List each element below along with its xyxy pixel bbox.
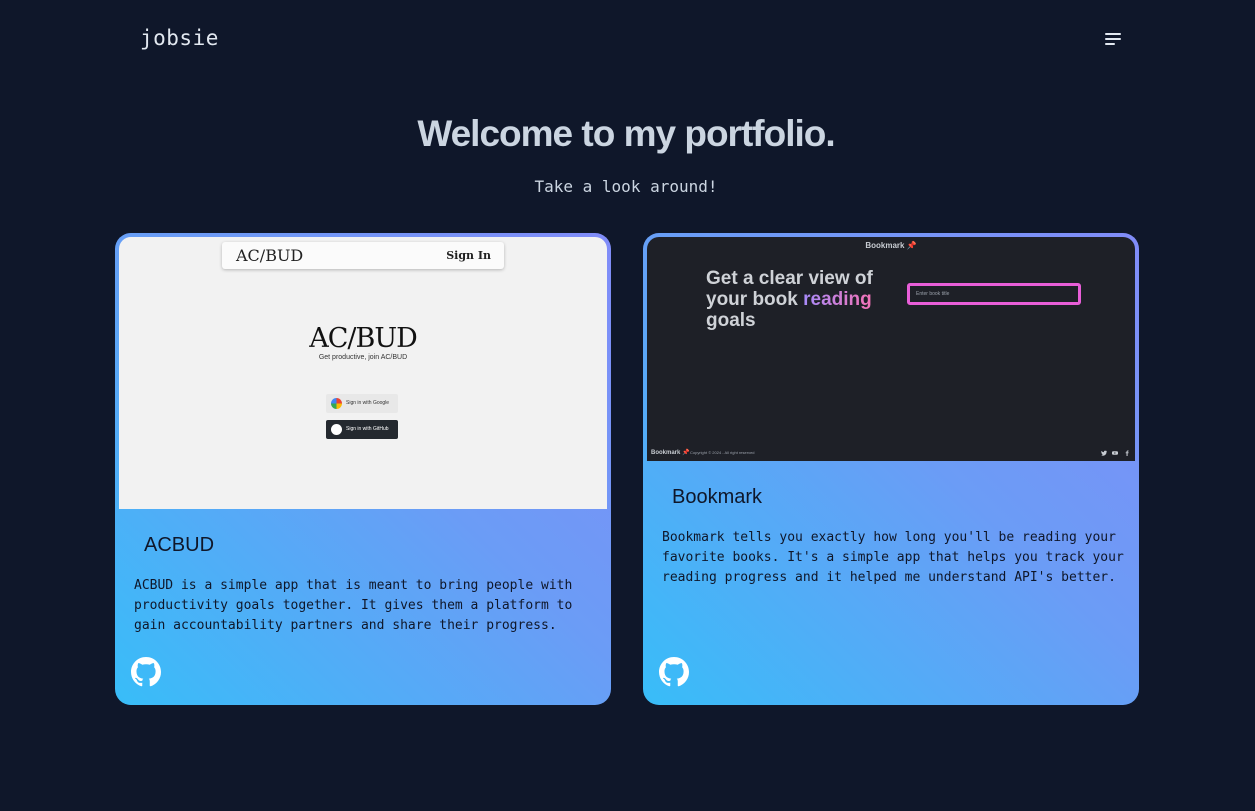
project-screenshot-bookmark: Bookmark 📌 Get a clear view of your book…: [647, 237, 1135, 461]
project-screenshot-acbud: AC/BUD Sign In AC/BUD Get productive, jo…: [119, 237, 607, 509]
bookmark-preview-footer-brand: Bookmark 📌: [651, 450, 690, 456]
project-description: Bookmark tells you exactly how long you'…: [662, 530, 1124, 585]
bookmark-preview-headline-part2: goals: [706, 310, 756, 331]
project-card-bookmark: Bookmark 📌 Get a clear view of your book…: [643, 233, 1139, 705]
acbud-preview-google-label: Sign in with Google: [346, 400, 390, 406]
google-icon: [331, 398, 342, 409]
project-title: Bookmark: [672, 486, 763, 508]
bookmark-preview-top-title: Bookmark 📌: [865, 241, 917, 250]
acbud-preview-signin: Sign In: [446, 249, 491, 262]
hero-title: Welcome to my portfolio.: [417, 113, 835, 154]
acbud-preview-google-button: Sign in with Google: [326, 394, 398, 413]
project-card-acbud: AC/BUD Sign In AC/BUD Get productive, jo…: [115, 233, 611, 705]
bookmark-preview-footer-copy: Copyright © 2024 - All right reserved: [690, 450, 755, 455]
hero-subtitle: Take a look around!: [534, 177, 718, 196]
menu-icon-line: [1105, 38, 1121, 40]
bookmark-preview-footer: Bookmark 📌 Copyright © 2024 - All right …: [647, 446, 1135, 461]
acbud-preview-navbar: AC/BUD Sign In: [222, 242, 504, 269]
youtube-icon: [1112, 451, 1118, 455]
twitter-icon: [1101, 450, 1107, 456]
project-title: ACBUD: [144, 534, 215, 556]
bookmark-preview-input: Enter book title: [907, 283, 1081, 305]
acbud-preview-nav-logo: AC/BUD: [236, 246, 304, 265]
github-icon[interactable]: [659, 657, 689, 687]
github-icon[interactable]: [131, 657, 161, 687]
acbud-preview-github-label: Sign in with GitHub: [346, 426, 389, 432]
menu-icon: [1105, 33, 1121, 35]
menu-icon-line-short: [1105, 43, 1115, 45]
facebook-icon: [1125, 450, 1129, 456]
site-brand[interactable]: jobsie: [140, 26, 219, 50]
acbud-preview-logo: AC/BUD: [309, 323, 418, 354]
acbud-preview-github-button: Sign in with GitHub: [326, 420, 398, 439]
bookmark-preview-headline: Get a clear view of your book reading go…: [706, 268, 906, 331]
bookmark-preview-headline-accent: reading: [803, 289, 872, 310]
github-icon: [331, 424, 342, 435]
menu-button[interactable]: [1105, 33, 1123, 47]
acbud-preview-tagline: Get productive, join AC/BUD: [318, 354, 408, 361]
project-description: ACBUD is a simple app that is meant to b…: [134, 578, 573, 633]
